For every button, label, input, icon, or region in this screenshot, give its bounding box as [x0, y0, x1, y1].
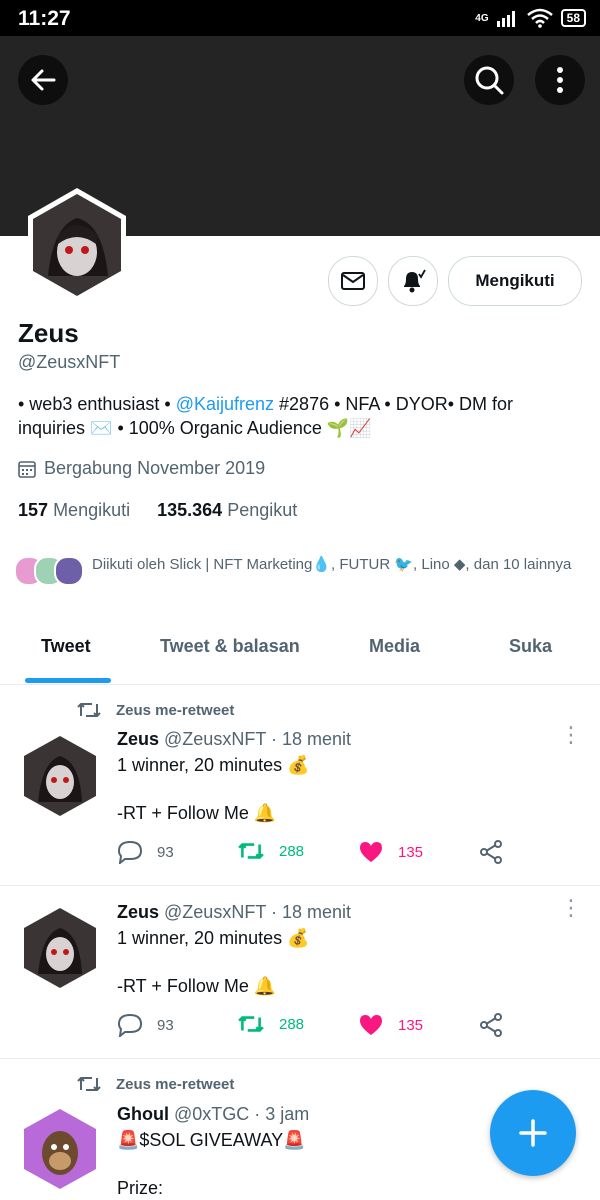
bell-icon — [404, 269, 426, 293]
tweet-author-name[interactable]: Ghoul — [117, 1104, 169, 1124]
status-bar: 11:27 4G 58 — [0, 0, 600, 36]
followers-label: Pengikut — [227, 500, 298, 520]
reply-count: 93 — [157, 1016, 174, 1034]
more-options-button[interactable] — [535, 55, 585, 105]
reply-icon — [117, 1013, 143, 1037]
tweet-text: 1 winner, 20 minutes 💰 -RT + Follow Me 🔔 — [117, 755, 310, 823]
following-stat[interactable]: 157 Mengikuti — [18, 500, 130, 520]
reply-button[interactable]: 93 — [117, 840, 174, 864]
like-button[interactable]: 135 — [358, 840, 423, 864]
tweet-meta: @ZeusxNFT · 18 menit — [164, 902, 352, 922]
compose-tweet-button[interactable] — [490, 1090, 576, 1176]
active-tab-indicator — [25, 678, 111, 683]
tweet-avatar[interactable] — [18, 906, 102, 990]
status-time: 11:27 — [18, 7, 71, 30]
retweet-icon — [77, 1077, 101, 1091]
tweet-header: Zeus @ZeusxNFT · 18 menit — [117, 902, 351, 923]
tweet-header: Zeus @ZeusxNFT · 18 menit — [117, 729, 351, 750]
tweet-header: Ghoul @0xTGC · 3 jam — [117, 1104, 309, 1125]
retweet-icon — [77, 703, 101, 717]
profile-avatar[interactable] — [18, 186, 136, 304]
search-button[interactable] — [464, 55, 514, 105]
like-icon — [360, 842, 382, 862]
tweet-author-name[interactable]: Zeus — [117, 902, 159, 922]
status-icons: 4G 58 — [475, 8, 586, 28]
like-icon — [360, 1015, 382, 1035]
reply-count: 93 — [157, 843, 174, 861]
retweet-count: 288 — [279, 1015, 305, 1033]
retweet-button[interactable]: 288 — [237, 1013, 304, 1035]
tweet-text: 🚨$SOL GIVEAWAY🚨 Prize: — [117, 1130, 306, 1198]
retweet-button[interactable]: 288 — [237, 840, 304, 862]
retweet-context: Zeus me-retweet — [76, 1074, 234, 1094]
retweet-label: Zeus me-retweet — [116, 1075, 235, 1093]
calendar-icon — [18, 460, 36, 478]
joined-label: Bergabung November 2019 — [44, 458, 266, 478]
signal-icon — [496, 11, 515, 27]
tweet-actions: 93 288 135 — [117, 840, 517, 870]
tab-media[interactable]: Media — [369, 636, 420, 657]
tab-tweet[interactable]: Tweet — [41, 636, 91, 657]
joined-date: Bergabung November 2019 — [18, 458, 265, 479]
following-button[interactable]: Mengikuti — [448, 256, 582, 306]
retweet-icon — [238, 1016, 264, 1032]
tweet-actions: 93 288 135 — [117, 1013, 517, 1043]
tweet[interactable]: Zeus @ZeusxNFT · 18 menit ⋮ 1 winner, 20… — [0, 886, 600, 1059]
share-button[interactable] — [479, 1013, 503, 1037]
profile-bio: • web3 enthusiast • @Kaijufrenz #2876 • … — [18, 392, 578, 440]
following-label: Mengikuti — [53, 500, 131, 520]
reply-button[interactable]: 93 — [117, 1013, 174, 1037]
tweet-avatar[interactable] — [18, 734, 102, 818]
retweet-count: 288 — [279, 842, 305, 860]
network-label: 4G — [475, 12, 489, 24]
tweet-text: 1 winner, 20 minutes 💰 -RT + Follow Me 🔔 — [117, 928, 310, 996]
retweet-label: Zeus me-retweet — [116, 701, 235, 719]
battery-indicator: 58 — [560, 9, 586, 27]
tweet-meta: @ZeusxNFT · 18 menit — [164, 729, 352, 749]
follow-stats: 157 Mengikuti 135.364 Pengikut — [18, 500, 297, 521]
tweet-meta: @0xTGC · 3 jam — [174, 1104, 310, 1124]
profile-tabs: Tweet Tweet & balasan Media Suka — [0, 620, 600, 685]
followed-by-row[interactable]: Diikuti oleh Slick | NFT Marketing💧, FUT… — [14, 554, 584, 586]
profile-name: Zeus — [18, 318, 79, 348]
tweet-avatar[interactable] — [18, 1107, 102, 1191]
following-count: 157 — [18, 500, 49, 520]
profile-handle: @ZeusxNFT — [18, 352, 121, 372]
retweet-context: Zeus me-retweet — [76, 700, 234, 720]
follower-avatars — [14, 554, 84, 586]
retweet-icon — [238, 843, 264, 859]
tab-tweet-replies[interactable]: Tweet & balasan — [160, 636, 300, 657]
share-icon — [480, 840, 502, 864]
share-button[interactable] — [479, 840, 503, 864]
followers-count: 135.364 — [157, 500, 223, 520]
share-icon — [480, 1013, 502, 1037]
reply-icon — [117, 840, 143, 864]
tab-likes[interactable]: Suka — [509, 636, 552, 657]
tweet-more-button[interactable]: ⋮ — [560, 897, 582, 919]
tweet-author-name[interactable]: Zeus — [117, 729, 159, 749]
plus-icon — [519, 1119, 547, 1147]
bio-mention-link[interactable]: @Kaijufrenz — [176, 394, 274, 414]
tweet[interactable]: Zeus me-retweet Zeus @ZeusxNFT · 18 meni… — [0, 685, 600, 886]
wifi-icon — [526, 8, 553, 28]
like-count: 135 — [398, 843, 424, 861]
bio-text-1: • web3 enthusiast • — [18, 394, 176, 414]
more-vertical-icon — [557, 67, 563, 93]
message-button[interactable] — [328, 256, 378, 306]
mail-icon — [341, 272, 365, 290]
like-button[interactable]: 135 — [358, 1013, 423, 1037]
back-arrow-icon — [31, 69, 56, 91]
like-count: 135 — [398, 1016, 424, 1034]
followed-by-text: Diikuti oleh Slick | NFT Marketing💧, FUT… — [92, 556, 572, 573]
follower-avatar — [54, 556, 84, 586]
followers-stat[interactable]: 135.364 Pengikut — [157, 500, 297, 520]
tweet-more-button[interactable]: ⋮ — [560, 724, 582, 746]
back-button[interactable] — [18, 55, 68, 105]
search-icon — [475, 66, 504, 95]
notifications-button[interactable] — [388, 256, 438, 306]
